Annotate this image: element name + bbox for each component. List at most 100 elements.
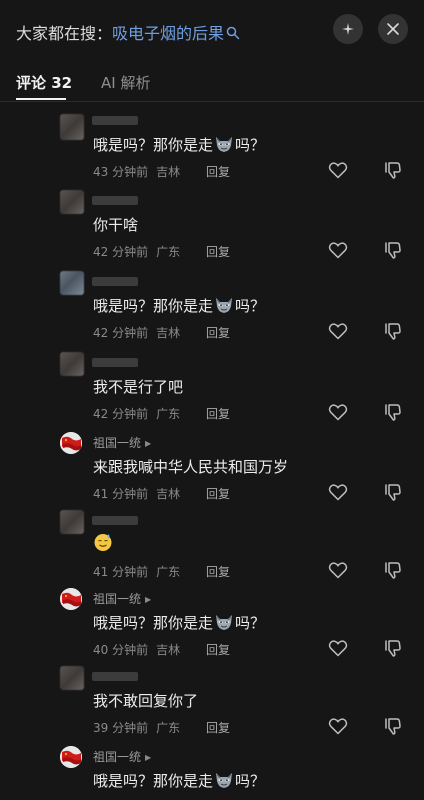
comment-location: 广东 <box>156 721 181 735</box>
username[interactable]: 祖国一统 ▶ <box>93 590 151 607</box>
username-redacted <box>92 358 138 367</box>
username-redacted <box>92 672 138 681</box>
wolf-emoji-icon <box>214 135 234 153</box>
heart-icon[interactable] <box>328 639 348 657</box>
reply-button[interactable]: 回复 <box>206 641 230 658</box>
comment-time: 43 分钟前 <box>93 165 149 179</box>
flag-avatar-icon[interactable] <box>60 588 82 610</box>
search-icon <box>226 25 240 40</box>
avatar[interactable] <box>60 190 84 214</box>
comment-item: 哦是吗？那你是走 吗？ 42 分钟前 吉林 回复 <box>0 267 424 347</box>
thumbs-down-icon[interactable] <box>382 161 402 179</box>
caret-right-icon: ▶ <box>145 753 152 762</box>
comment-meta: 41 分钟前 吉林 <box>93 485 180 502</box>
thumbs-down-icon[interactable] <box>382 717 402 735</box>
comment-time: 42 分钟前 <box>93 326 149 340</box>
heart-icon[interactable] <box>328 483 348 501</box>
reply-button[interactable]: 回复 <box>206 324 230 341</box>
comment-text: 哦是吗？那你是走 吗？ <box>93 297 266 315</box>
comment-text: 我不敢回复你了 <box>93 692 199 710</box>
comment-meta: 42 分钟前 吉林 <box>93 324 180 341</box>
heart-icon[interactable] <box>328 161 348 179</box>
comment-item: 我不敢回复你了 39 分钟前 广东 回复 <box>0 662 424 742</box>
avatar[interactable] <box>60 271 84 295</box>
avatar[interactable] <box>60 510 84 534</box>
comment-location: 吉林 <box>156 326 181 340</box>
sparkle-button[interactable] <box>333 14 363 44</box>
comment-time: 41 分钟前 <box>93 565 149 579</box>
reply-button[interactable]: 回复 <box>206 485 230 502</box>
thumbs-down-icon[interactable] <box>382 403 402 421</box>
trending-search-link[interactable]: 大家都在搜：吸电子烟的后果 <box>16 20 240 44</box>
comment-meta: 42 分钟前 广东 <box>93 243 180 260</box>
comment-text: 哦是吗？那你是走 吗？ <box>93 135 266 154</box>
heart-icon[interactable] <box>328 717 348 735</box>
username-redacted <box>92 116 138 125</box>
tab-bar: 评论 32 AI 解析 <box>0 62 424 102</box>
comment-time: 42 分钟前 <box>93 245 149 259</box>
flag-avatar-icon[interactable] <box>60 746 82 768</box>
thumbs-down-icon[interactable] <box>382 322 402 340</box>
comment-text: 来跟我喊中华人民共和国万岁 <box>93 458 289 476</box>
top-bar: 大家都在搜：吸电子烟的后果 <box>0 0 424 62</box>
comment-meta: 39 分钟前 广东 <box>93 719 180 736</box>
comment-location: 吉林 <box>156 643 181 657</box>
search-keyword[interactable]: 吸电子烟的后果 <box>112 24 224 43</box>
username-redacted <box>92 516 138 525</box>
wolf-emoji-icon <box>214 613 234 631</box>
username[interactable]: 祖国一统 ▶ <box>93 434 151 451</box>
comment-text: 你干啥 <box>93 216 139 234</box>
reply-button[interactable]: 回复 <box>206 405 230 422</box>
reply-button[interactable]: 回复 <box>206 719 230 736</box>
comment-item: 祖国一统 ▶ 哦是吗？那你是走 吗？ 40 分钟前 吉林 回复 <box>0 584 424 664</box>
sweat-smile-emoji-icon <box>94 534 112 551</box>
flag-avatar-icon[interactable] <box>60 432 82 454</box>
comment-location: 广东 <box>156 565 181 579</box>
comment-meta: 42 分钟前 广东 <box>93 405 180 422</box>
tab-comments[interactable]: 评论 32 <box>16 72 72 93</box>
username-redacted <box>92 196 138 205</box>
comment-location: 广东 <box>156 245 181 259</box>
close-icon <box>387 23 399 35</box>
comment-text: 哦是吗？那你是走 吗？ <box>93 613 266 632</box>
comment-time: 40 分钟前 <box>93 643 149 657</box>
search-prefix: 大家都在搜： <box>16 24 113 43</box>
comment-item: 我不是行了吧 42 分钟前 广东 回复 <box>0 348 424 428</box>
comment-item: 你干啥 42 分钟前 广东 回复 <box>0 186 424 266</box>
comment-item: 祖国一统 ▶ 哦是吗？那你是走 吗？ <box>0 742 424 800</box>
comment-meta: 43 分钟前 吉林 <box>93 163 180 180</box>
caret-right-icon: ▶ <box>145 439 152 448</box>
tab-ai-analysis[interactable]: AI 解析 <box>101 72 150 93</box>
avatar[interactable] <box>60 352 84 376</box>
comment-item: 祖国一统 ▶ 来跟我喊中华人民共和国万岁 41 分钟前 吉林 回复 <box>0 428 424 508</box>
comment-time: 41 分钟前 <box>93 487 149 501</box>
username-redacted <box>92 277 138 286</box>
thumbs-down-icon[interactable] <box>382 561 402 579</box>
heart-icon[interactable] <box>328 322 348 340</box>
username[interactable]: 祖国一统 ▶ <box>93 748 151 765</box>
comment-time: 42 分钟前 <box>93 407 149 421</box>
heart-icon[interactable] <box>328 561 348 579</box>
comment-item: 41 分钟前 广东 回复 <box>0 506 424 586</box>
avatar[interactable] <box>60 666 84 690</box>
comment-meta: 40 分钟前 吉林 <box>93 641 180 658</box>
avatar[interactable] <box>60 114 84 140</box>
comment-text: 哦是吗？那你是走 吗？ <box>93 771 266 790</box>
reply-button[interactable]: 回复 <box>206 243 230 260</box>
comment-time: 39 分钟前 <box>93 721 149 735</box>
thumbs-down-icon[interactable] <box>382 483 402 501</box>
comment-item: 哦是吗？那你是走 吗？ 43 分钟前 吉林 回复 <box>0 106 424 186</box>
comment-location: 吉林 <box>156 165 181 179</box>
close-button[interactable] <box>378 14 408 44</box>
comment-text: 我不是行了吧 <box>93 378 184 396</box>
heart-icon[interactable] <box>328 403 348 421</box>
heart-icon[interactable] <box>328 241 348 259</box>
reply-button[interactable]: 回复 <box>206 563 230 580</box>
wolf-emoji-icon <box>214 771 234 789</box>
reply-button[interactable]: 回复 <box>206 163 230 180</box>
thumbs-down-icon[interactable] <box>382 639 402 657</box>
thumbs-down-icon[interactable] <box>382 241 402 259</box>
caret-right-icon: ▶ <box>145 595 152 604</box>
comment-meta: 41 分钟前 广东 <box>93 563 180 580</box>
active-tab-indicator <box>16 98 66 100</box>
